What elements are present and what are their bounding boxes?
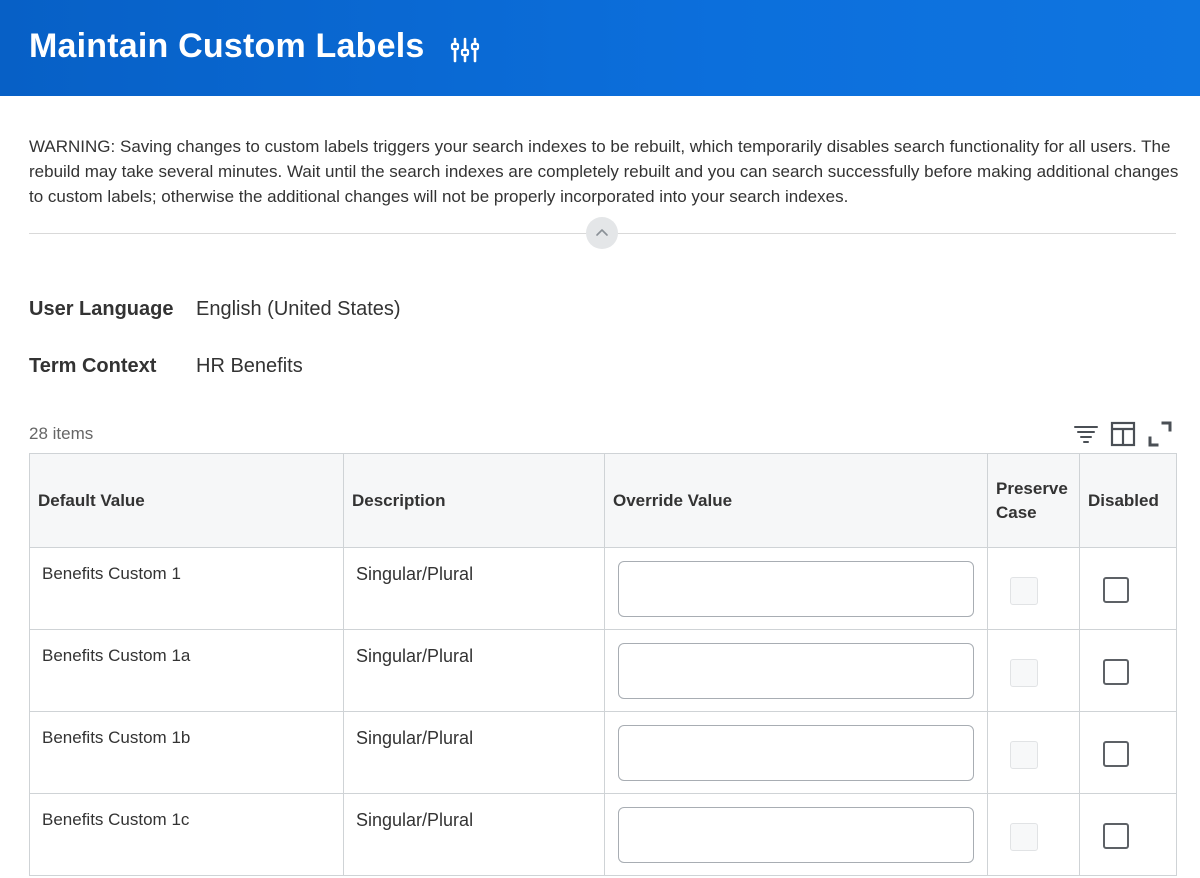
disabled-checkbox[interactable] [1103, 823, 1129, 849]
grid-header-row: Default Value Description Override Value… [29, 453, 1177, 548]
collapse-toggle-button[interactable] [586, 217, 618, 249]
warning-message: WARNING: Saving changes to custom labels… [29, 137, 1179, 206]
description-cell: Singular/Plural [356, 564, 474, 584]
preserve-case-checkbox [1010, 659, 1038, 687]
table-row: Benefits Custom 1 Singular/Plural [29, 547, 1177, 630]
term-context-value: HR Benefits [196, 355, 303, 377]
preserve-case-checkbox [1010, 577, 1038, 605]
fullscreen-icon[interactable] [1146, 420, 1174, 453]
default-value-cell: Benefits Custom 1b [42, 728, 191, 747]
column-chooser-icon[interactable] [1109, 420, 1137, 453]
override-value-input[interactable] [618, 643, 974, 699]
column-header-override-value[interactable]: Override Value [604, 453, 988, 548]
default-value-cell: Benefits Custom 1c [42, 810, 190, 829]
related-actions-icon[interactable] [450, 35, 480, 65]
table-row: Benefits Custom 1c Singular/Plural [29, 793, 1177, 876]
description-cell: Singular/Plural [356, 646, 474, 666]
preserve-case-checkbox [1010, 741, 1038, 769]
description-cell: Singular/Plural [356, 728, 474, 748]
disabled-checkbox[interactable] [1103, 659, 1129, 685]
table-row: Benefits Custom 1b Singular/Plural [29, 711, 1177, 794]
custom-labels-grid: Default Value Description Override Value… [29, 453, 1177, 876]
default-value-cell: Benefits Custom 1a [42, 646, 191, 665]
default-value-cell: Benefits Custom 1 [42, 564, 181, 583]
column-header-default-value[interactable]: Default Value [29, 453, 344, 548]
override-value-input[interactable] [618, 725, 974, 781]
user-language-value: English (United States) [196, 298, 401, 320]
description-cell: Singular/Plural [356, 810, 474, 830]
table-row: Benefits Custom 1a Singular/Plural [29, 629, 1177, 712]
item-count: 28 items [29, 424, 94, 443]
preserve-case-checkbox [1010, 823, 1038, 851]
chevron-up-icon [596, 229, 608, 236]
preserve-case-label-line1: Preserve [996, 478, 1068, 498]
override-value-input[interactable] [618, 561, 974, 617]
column-header-preserve-case[interactable]: Preserve Case [987, 453, 1080, 548]
user-language-label: User Language [29, 298, 174, 320]
override-value-input[interactable] [618, 807, 974, 863]
filter-icon[interactable] [1072, 420, 1100, 453]
column-header-description[interactable]: Description [343, 453, 605, 548]
page-title: Maintain Custom Labels [29, 27, 425, 65]
disabled-checkbox[interactable] [1103, 577, 1129, 603]
term-context-label: Term Context [29, 355, 157, 377]
page-header: Maintain Custom Labels [0, 0, 1200, 96]
disabled-checkbox[interactable] [1103, 741, 1129, 767]
column-header-disabled[interactable]: Disabled [1079, 453, 1177, 548]
preserve-case-label-line2: Case [996, 502, 1037, 522]
